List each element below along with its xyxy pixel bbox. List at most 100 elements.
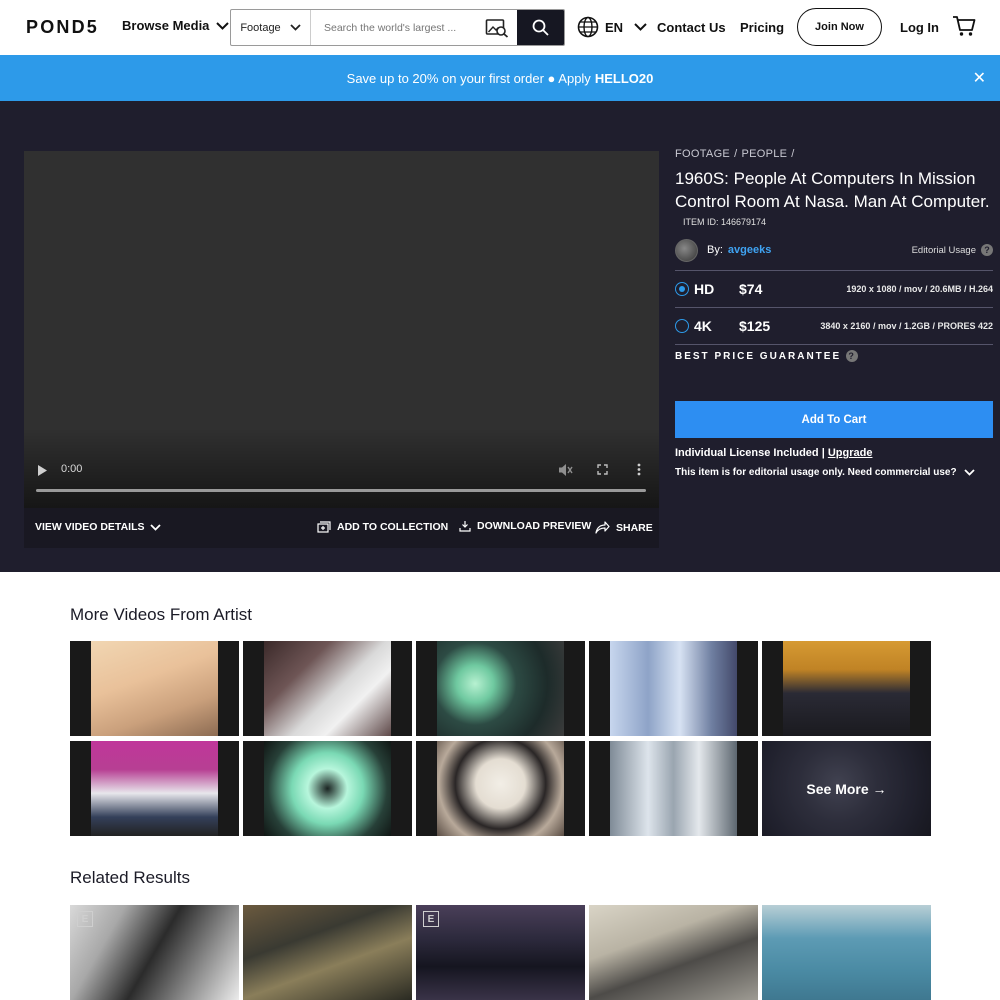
add-collection-icon [317,521,331,533]
download-icon [459,521,471,532]
video-thumbnail[interactable] [70,641,239,736]
resolution-label: 4K [694,318,712,334]
search-button[interactable] [517,10,564,45]
cart-icon[interactable] [952,15,976,42]
see-more-link[interactable]: See More → [762,741,931,836]
promo-code: HELLO20 [594,70,654,86]
browse-media-label: Browse Media [122,18,210,33]
media-type-label: Footage [240,21,281,34]
editorial-note[interactable]: This item is for editorial usage only. N… [675,467,993,478]
breadcrumb-footage[interactable]: FOOTAGE [675,148,730,160]
close-icon[interactable]: ✕ [973,68,986,88]
more-options-icon[interactable] [637,463,641,476]
related-thumbnail[interactable]: E [70,905,239,1000]
help-icon[interactable]: ? [981,244,993,256]
video-time: 0:00 [61,463,83,475]
related-results-heading: Related Results [70,868,191,887]
related-thumbnail[interactable] [762,905,931,1000]
resolution-spec: 1920 x 1080 / mov / 20.6MB / H.264 [846,284,993,294]
share-icon [595,521,610,534]
browse-media-menu[interactable]: Browse Media [122,18,230,33]
item-id: ITEM ID: 146679174 [683,217,767,227]
artist-byline: By: avgeeks Editorial Usage ? [675,237,993,263]
editorial-badge-icon: E [77,911,93,927]
video-thumbnail[interactable] [243,641,412,736]
promo-banner: Save up to 20% on your first order ● App… [0,55,1000,101]
chevron-down-icon [216,21,230,30]
resolution-option-4k[interactable]: 4K $125 3840 x 2160 / mov / 1.2GB / PROR… [675,307,993,344]
media-type-select[interactable]: Footage [231,10,311,45]
add-to-cart-button[interactable]: Add To Cart [675,401,993,438]
radio-selected[interactable] [675,282,689,296]
best-price-guarantee: BEST PRICE GUARANTEE ? [675,344,993,362]
add-to-collection-button[interactable]: ADD TO COLLECTION [317,521,448,533]
share-label: SHARE [616,521,653,534]
contact-us-link[interactable]: Contact Us [657,20,726,35]
price-label: $74 [739,281,763,297]
breadcrumb-people[interactable]: PEOPLE [741,148,787,160]
related-thumbnail[interactable]: E [416,905,585,1000]
video-thumbnail[interactable] [70,741,239,836]
video-thumbnail[interactable] [589,641,758,736]
see-more-tile[interactable]: See More → [762,741,931,836]
language-label: EN [605,19,624,35]
promo-text: Save up to 20% on your first order ● App… [346,70,591,86]
globe-icon [577,16,599,38]
pond5-logo[interactable]: POND5 [26,17,99,38]
video-thumbnail[interactable] [762,641,931,736]
breadcrumb: FOOTAGE / PEOPLE / [675,148,993,160]
fullscreen-icon[interactable] [597,464,608,475]
product-info-panel: FOOTAGE / PEOPLE/ 1960S: People At Compute… [675,148,993,478]
pricing-link[interactable]: Pricing [740,20,784,35]
search-icon [532,19,549,36]
price-label: $125 [739,318,771,334]
video-player[interactable]: 0:00 [24,151,659,508]
chevron-down-icon [634,23,647,31]
search-input[interactable] [311,10,477,45]
editorial-usage-text: Editorial Usage [911,244,976,256]
top-navigation: POND5 Browse Media Footage EN Contact Us… [0,0,1000,55]
license-info: Individual License Included | Upgrade [675,447,993,459]
search-bar: Footage [230,9,565,46]
by-label: By: [707,244,723,256]
apollo-nasa-thumbnail[interactable] [416,741,585,836]
chevron-down-icon [963,469,975,476]
view-video-details-button[interactable]: VIEW VIDEO DETAILS [35,521,162,533]
share-button[interactable]: SHARE [595,521,653,534]
video-scrub-bar[interactable] [36,489,646,492]
resolution-label: HD [694,281,715,297]
muted-speaker-icon[interactable] [558,463,573,477]
video-thumbnail[interactable] [589,741,758,836]
related-thumbnail[interactable] [243,905,412,1000]
license-text: Individual License Included | [675,447,825,459]
breadcrumb-separator: / [734,148,738,160]
chevron-down-icon [150,523,162,531]
more-videos-heading: More Videos From Artist [70,605,253,624]
artist-avatar[interactable] [675,238,698,262]
radio-unselected[interactable] [675,319,689,333]
play-icon[interactable] [38,465,47,476]
chevron-down-icon [290,24,301,31]
breadcrumb-separator: / [791,148,795,160]
resolution-spec: 3840 x 2160 / mov / 1.2GB / PRORES 422 [820,321,993,331]
related-thumbnail[interactable] [589,905,758,1000]
item-title: 1960S: People At Computers In Mission Co… [675,169,990,211]
image-search-icon[interactable] [477,10,517,45]
view-details-label: VIEW VIDEO DETAILS [35,521,145,533]
resolution-option-hd[interactable]: HD $74 1920 x 1080 / mov / 20.6MB / H.26… [675,270,993,307]
join-now-button[interactable]: Join Now [797,8,882,46]
best-price-label: BEST PRICE GUARANTEE [675,350,842,362]
download-preview-label: DOWNLOAD PREVIEW [477,520,592,532]
editorial-badge-icon: E [423,911,439,927]
editorial-note-text: This item is for editorial usage only. N… [675,467,957,478]
video-thumbnail[interactable] [243,741,412,836]
help-icon[interactable]: ? [846,350,859,362]
language-select[interactable]: EN [577,16,647,38]
upgrade-link[interactable]: Upgrade [828,447,873,459]
product-hero: 0:00 VIEW VIDEO DETAILS ADD TO COLLECTIO… [0,101,1000,572]
download-preview-button[interactable]: DOWNLOAD PREVIEW [459,520,591,532]
editorial-usage-label: Editorial Usage ? [912,244,993,256]
log-in-link[interactable]: Log In [900,20,939,35]
video-thumbnail[interactable] [416,641,585,736]
artist-link[interactable]: avgeeks [728,244,771,256]
